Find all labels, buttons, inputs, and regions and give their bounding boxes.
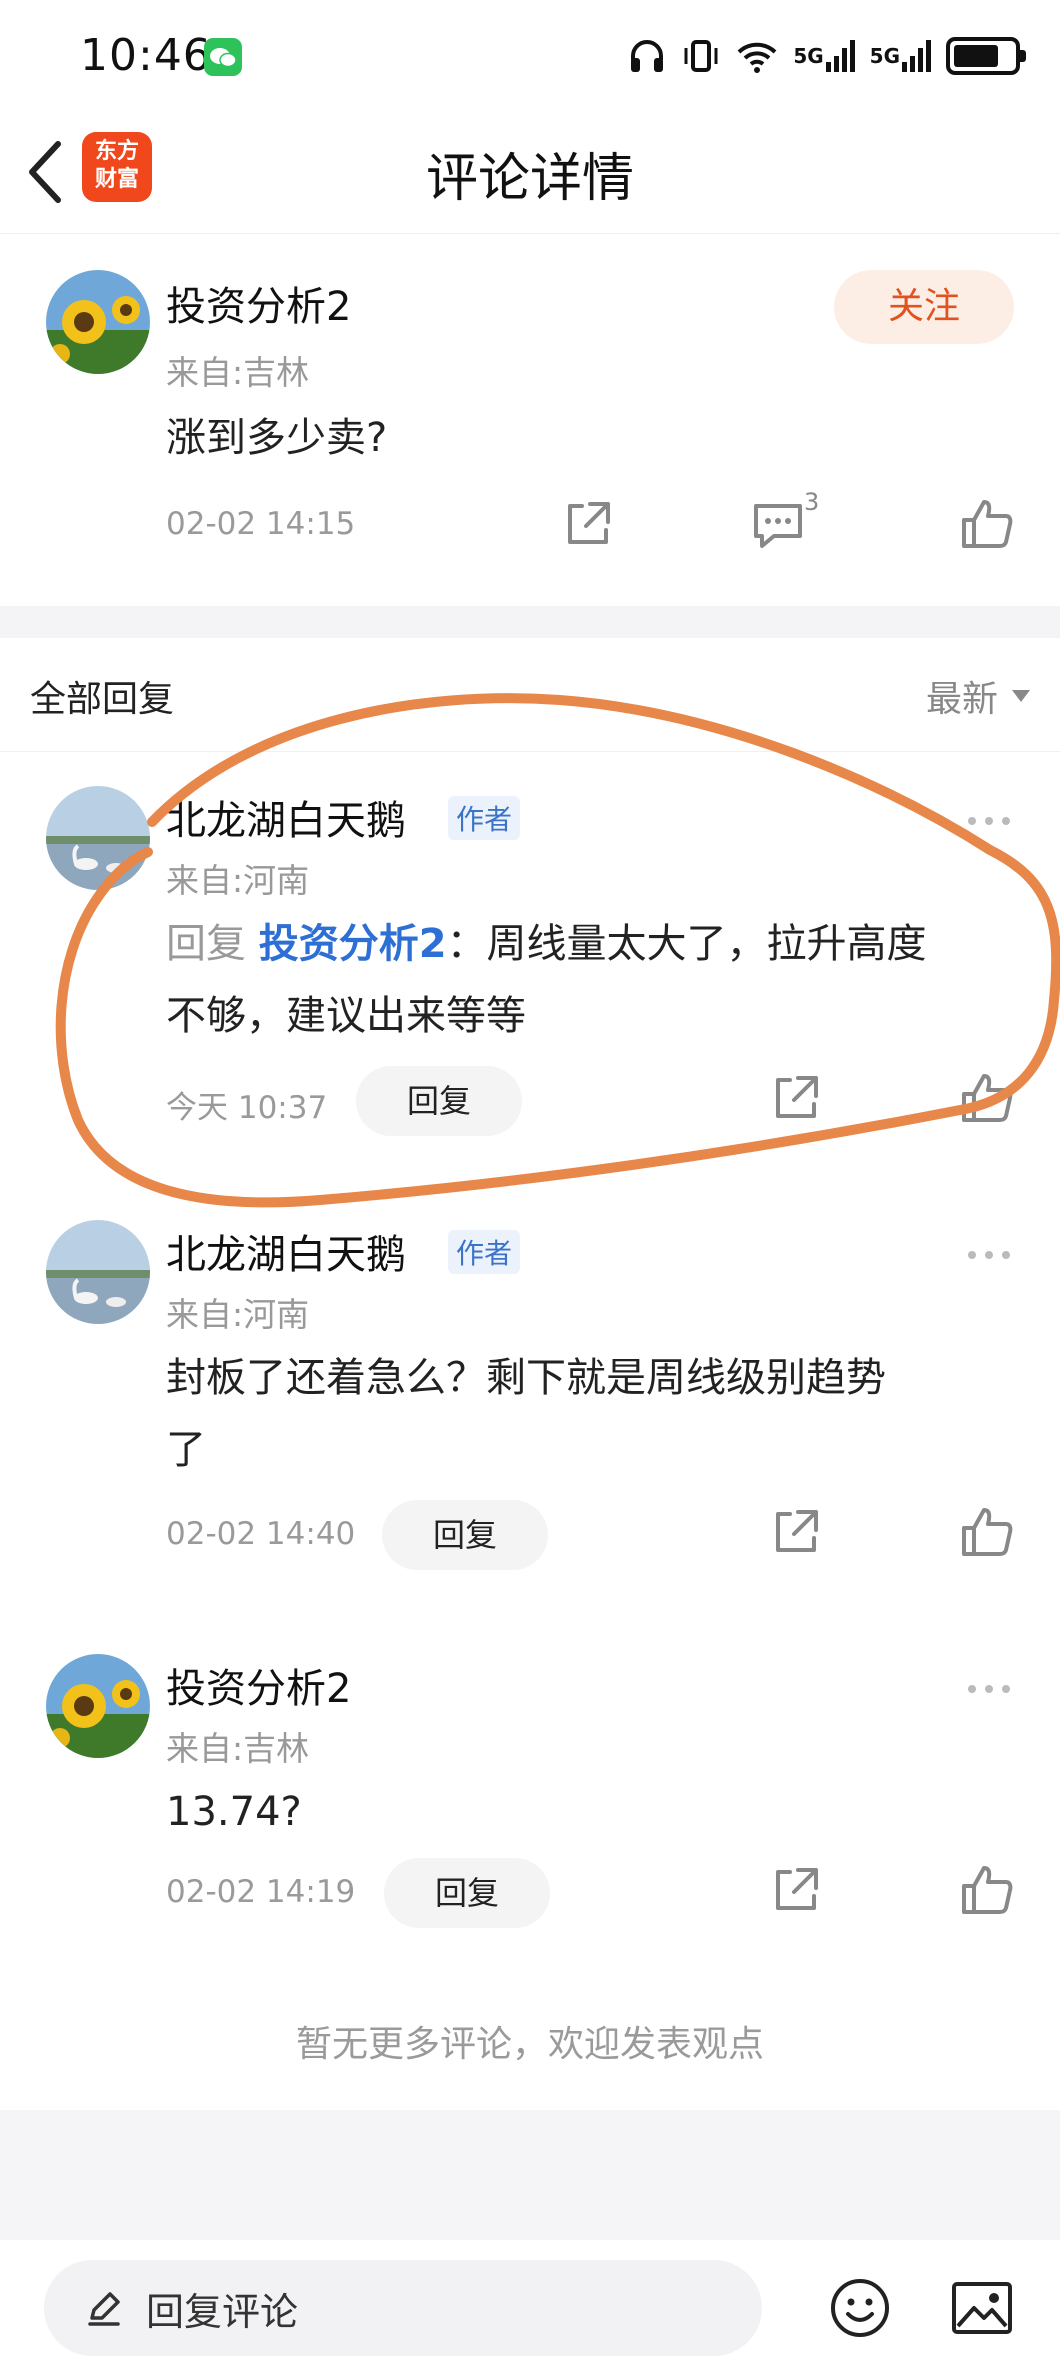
- author-location: 来自:吉林: [166, 1729, 310, 1768]
- more-options-icon[interactable]: [966, 1680, 1012, 1693]
- battery-level: [954, 45, 998, 67]
- no-more-comments-note: 暂无更多评论，欢迎发表观点: [295, 2024, 764, 2065]
- reply-text-line1: 封板了还着急么？剩下就是周线级别趋势: [166, 1355, 886, 1401]
- more-options-icon[interactable]: [966, 812, 1012, 825]
- reply-text-line2: 了: [166, 1427, 206, 1473]
- emoji-icon[interactable]: [828, 2276, 892, 2340]
- share-icon[interactable]: [768, 1070, 824, 1126]
- status-bar: 10:46 5G 5G: [0, 0, 1060, 110]
- page-title: 评论详情: [425, 149, 634, 209]
- reply-text-line1: ：周线量太大了，拉升高度: [446, 921, 927, 967]
- reply-time: 02-02 14:19: [166, 1874, 356, 1910]
- reply-item: 投资分析2 来自:吉林 13.74? 02-02 14:19 回复: [0, 1612, 1060, 1952]
- image-icon[interactable]: [950, 2278, 1014, 2338]
- sort-label: 最新: [925, 679, 998, 720]
- author-tag: 作者: [448, 1230, 521, 1274]
- reply-target-user[interactable]: 投资分析2: [259, 921, 447, 967]
- reply-time: 今天 10:37: [166, 1090, 328, 1126]
- author-name[interactable]: 投资分析2: [166, 1656, 351, 1714]
- status-time: 10:46: [80, 30, 212, 81]
- share-icon[interactable]: [560, 496, 616, 552]
- avatar[interactable]: [46, 270, 150, 374]
- comment-time: 02-02 14:15: [166, 506, 356, 542]
- wifi-icon: [735, 36, 779, 76]
- comment-count: 3: [804, 488, 820, 516]
- signal-5g-icon-2: 5G: [870, 38, 932, 74]
- like-icon[interactable]: [958, 496, 1014, 552]
- swan-lake-avatar-image: [46, 1220, 150, 1324]
- headphones-icon: [627, 36, 667, 76]
- author-name[interactable]: 北龙湖白天鹅: [166, 788, 406, 846]
- share-icon[interactable]: [768, 1862, 824, 1918]
- reply-item: 北龙湖白天鹅 作者 来自:河南 封板了还着急么？剩下就是周线级别趋势 了 02-…: [0, 1182, 1060, 1612]
- section-divider: [0, 606, 1060, 638]
- author-location: 来自:河南: [166, 861, 310, 900]
- like-icon[interactable]: [958, 1070, 1014, 1126]
- share-icon[interactable]: [768, 1504, 824, 1560]
- author-name[interactable]: 北龙湖白天鹅: [166, 1222, 406, 1280]
- wechat-notification-icon: [204, 38, 242, 76]
- author-location: 来自:河南: [166, 1295, 310, 1334]
- reply-content: 封板了还着急么？剩下就是周线级别趋势 了: [166, 1342, 1026, 1486]
- reply-content: 13.74?: [166, 1789, 302, 1835]
- status-icons: 5G 5G: [627, 30, 1026, 82]
- reply-button[interactable]: 回复: [356, 1066, 522, 1136]
- bottom-input-bar: 回复评论: [0, 2240, 1060, 2376]
- reply-time: 02-02 14:40: [166, 1516, 356, 1552]
- like-icon[interactable]: [958, 1504, 1014, 1560]
- signal-5g-icon-1: 5G: [793, 38, 855, 74]
- avatar[interactable]: [46, 1220, 150, 1324]
- replies-header: 全部回复 最新: [0, 638, 1060, 752]
- vibrate-icon: [681, 36, 721, 76]
- caret-down-icon: [1012, 690, 1030, 702]
- author-location: 来自:吉林: [166, 353, 310, 392]
- reply-comment-input[interactable]: 回复评论: [44, 2260, 762, 2356]
- footer-spacer: [0, 2110, 1060, 2240]
- reply-prefix: 回复: [166, 921, 259, 967]
- swan-lake-avatar-image: [46, 786, 150, 890]
- sunflower-avatar-image: [46, 1654, 150, 1758]
- reply-button[interactable]: 回复: [384, 1858, 550, 1928]
- sort-dropdown[interactable]: 最新: [926, 670, 1030, 722]
- avatar[interactable]: [46, 1654, 150, 1758]
- reply-button[interactable]: 回复: [382, 1500, 548, 1570]
- reply-item: 北龙湖白天鹅 作者 来自:河南 回复 投资分析2：周线量太大了，拉升高度 不够，…: [0, 752, 1060, 1182]
- avatar[interactable]: [46, 786, 150, 890]
- like-icon[interactable]: [958, 1862, 1014, 1918]
- pencil-icon: [88, 2292, 120, 2326]
- reply-input-placeholder: 回复评论: [146, 2289, 299, 2334]
- sunflower-avatar-image: [46, 270, 150, 374]
- reply-text-line2: 不够，建议出来等等: [166, 993, 526, 1039]
- author-tag: 作者: [448, 796, 521, 840]
- follow-button[interactable]: 关注: [834, 270, 1014, 344]
- reply-content: 回复 投资分析2：周线量太大了，拉升高度 不够，建议出来等等: [166, 908, 1026, 1052]
- replies-title: 全部回复: [30, 679, 175, 720]
- author-name[interactable]: 投资分析2: [166, 274, 351, 332]
- comment-content: 涨到多少卖?: [166, 415, 388, 461]
- comment-icon[interactable]: [750, 496, 806, 552]
- more-options-icon[interactable]: [966, 1246, 1012, 1259]
- main-comment: 投资分析2 来自:吉林 涨到多少卖? 02-02 14:15 关注 3: [0, 234, 1060, 606]
- nav-bar: 东方 财富 评论详情: [0, 110, 1060, 234]
- battery-icon: [946, 37, 1026, 75]
